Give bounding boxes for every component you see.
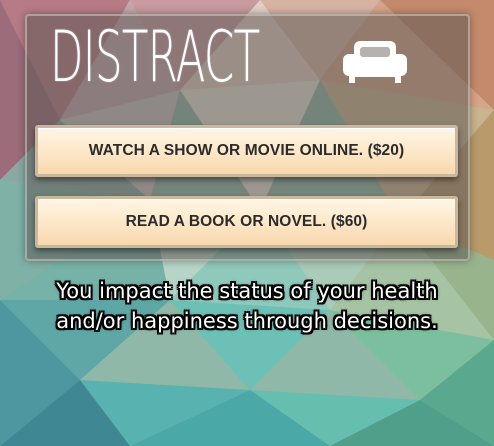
sofa-icon	[343, 41, 407, 83]
choice-button-watch-show[interactable]: WATCH A SHOW OR MOVIE ONLINE. ($20)	[35, 125, 458, 177]
choice-button-read-book[interactable]: READ A BOOK OR NOVEL. ($60)	[35, 196, 458, 248]
caption-line-2: and/or happiness through decisions.	[56, 309, 438, 333]
title-row: DISTRACT	[50, 16, 388, 98]
caption-line-1: You impact the status of your health	[56, 279, 438, 303]
info-caption: You impact the status of your health and…	[10, 276, 484, 336]
choice-button-label: WATCH A SHOW OR MOVIE ONLINE. ($20)	[88, 142, 405, 159]
choice-button-label: READ A BOOK OR NOVEL. ($60)	[125, 213, 368, 230]
app-title: DISTRACT	[50, 16, 260, 98]
